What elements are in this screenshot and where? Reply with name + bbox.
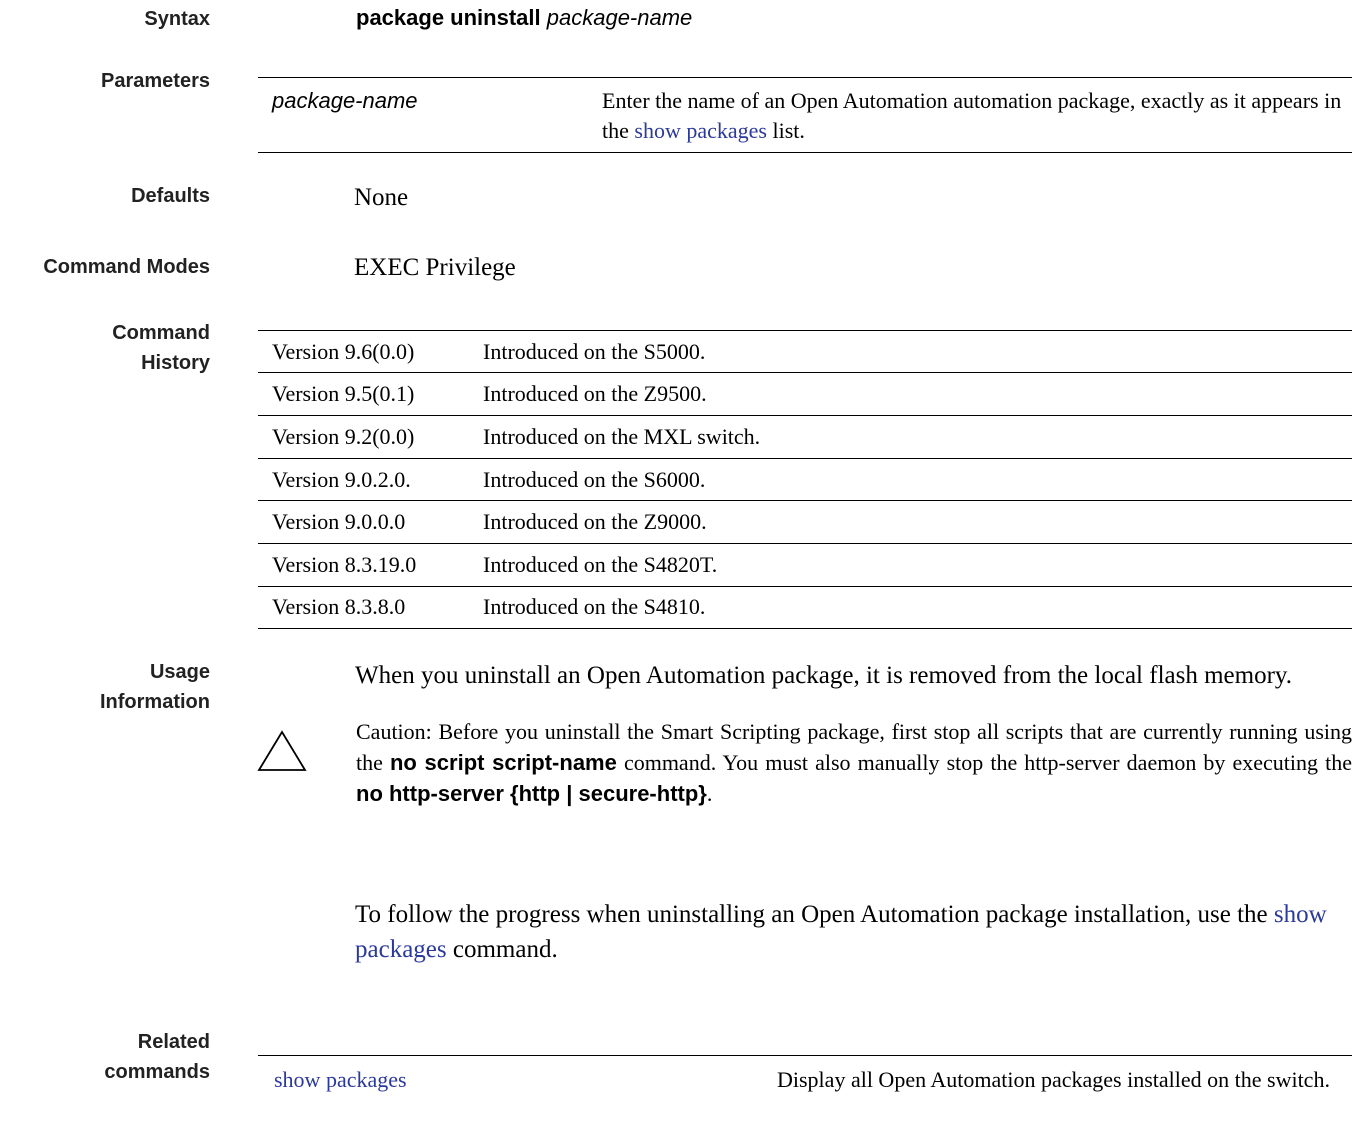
usage-paragraph-1: When you uninstall an Open Automation pa… [355,662,1293,689]
history-version: Version 9.0.0.0 [272,509,406,534]
history-version: Version 9.2(0.0) [272,424,415,449]
command-modes-value: EXEC Privilege [354,254,516,281]
history-version: Version 9.6(0.0) [272,339,415,364]
defaults-label: Defaults [131,185,210,207]
related-label-1: Related [137,1031,210,1053]
history-divider [258,500,1352,501]
history-top-rule [258,330,1352,331]
history-desc: Introduced on the S6000. [483,467,706,492]
related-top-rule [258,1055,1352,1056]
history-desc: Introduced on the S4810. [483,594,706,619]
syntax-line: package uninstall package-name [356,3,692,33]
history-desc: Introduced on the S5000. [483,339,706,364]
history-desc: Introduced on the S4820T. [483,552,718,577]
caution-note: Caution: Before you uninstall the Smart … [356,719,1352,806]
command-modes-label: Command Modes [43,256,210,278]
related-label-2: commands [104,1061,210,1083]
parameter-description: Enter the name of an Open Automation aut… [602,88,1342,143]
parameter-name: package-name [272,88,418,113]
history-bottom-rule [258,628,1352,629]
related-command-link[interactable]: show packages [274,1065,407,1095]
history-version: Version 8.3.19.0 [272,552,417,577]
history-version: Version 8.3.8.0 [272,594,406,619]
history-divider [258,586,1352,587]
show-packages-link[interactable]: show packages [634,118,767,143]
history-divider [258,372,1352,373]
related-command-desc: Display all Open Automation packages ins… [777,1067,1330,1092]
parameters-top-rule [258,77,1352,78]
history-divider [258,543,1352,544]
history-version: Version 9.0.2.0. [272,467,411,492]
caution-command-2: no http-server {http | secure-http} [356,781,707,806]
parameters-label: Parameters [101,70,210,92]
usage-paragraph-2: To follow the progress when uninstalling… [355,901,1327,963]
command-history-label-1: Command [112,322,210,344]
defaults-value: None [354,184,409,211]
parameters-bottom-rule [258,152,1352,153]
syntax-command: package uninstall [356,5,541,30]
history-version: Version 9.5(0.1) [272,381,415,406]
history-divider [258,458,1352,459]
caution-command-1: no script script-name [389,750,617,775]
usage-label-2: Information [100,691,210,713]
history-desc: Introduced on the MXL switch. [483,424,761,449]
history-divider [258,415,1352,416]
syntax-label: Syntax [144,8,210,30]
command-history-label-2: History [141,352,210,374]
history-desc: Introduced on the Z9500. [483,381,707,406]
history-desc: Introduced on the Z9000. [483,509,707,534]
usage-label-1: Usage [149,661,210,683]
caution-triangle-icon [257,730,307,771]
syntax-argument: package-name [546,5,693,30]
